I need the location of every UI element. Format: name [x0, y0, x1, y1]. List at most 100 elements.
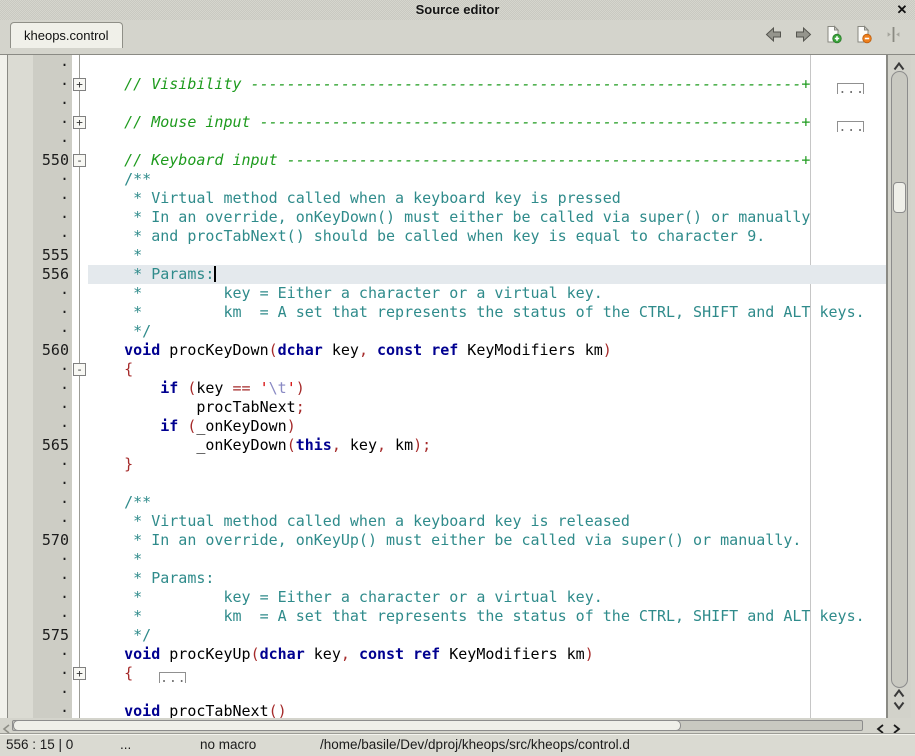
code-line[interactable]: · void procKeyUp(dchar key, const ref Ke…: [8, 645, 886, 664]
code-line-text[interactable]: */: [88, 322, 886, 341]
code-line[interactable]: 556 * Params:: [8, 265, 886, 284]
code-line[interactable]: 570 * In an override, onKeyUp() must eit…: [8, 531, 886, 550]
folded-region-box[interactable]: ...: [837, 121, 864, 132]
vertical-scroll-track[interactable]: [891, 71, 908, 688]
code-line[interactable]: 565 _onKeyDown(this, key, km);: [8, 436, 886, 455]
fold-toggle[interactable]: +: [73, 116, 86, 129]
code-line[interactable]: ·+ // Visibility -----------------------…: [8, 75, 886, 94]
code-line-text[interactable]: *: [88, 246, 886, 265]
code-line[interactable]: · }: [8, 455, 886, 474]
code-line-text[interactable]: * key = Either a character or a virtual …: [88, 588, 886, 607]
code-line[interactable]: · if (key == '\t'): [8, 379, 886, 398]
code-line[interactable]: 560 void procKeyDown(dchar key, const re…: [8, 341, 886, 360]
code-line[interactable]: ·: [8, 94, 886, 113]
gutter-line-number: ·: [8, 113, 72, 132]
fold-margin-cell: +: [72, 664, 88, 683]
vertical-scroll-thumb[interactable]: [893, 182, 906, 213]
code-line-text[interactable]: * In an override, onKeyDown() must eithe…: [88, 208, 886, 227]
code-line-text[interactable]: * Virtual method called when a keyboard …: [88, 512, 886, 531]
caret-position-status: 556 : 15 | 0: [6, 734, 73, 756]
code-line-text[interactable]: */: [88, 626, 886, 645]
code-line-text[interactable]: // Keyboard input ----------------------…: [88, 151, 886, 170]
code-line[interactable]: · * key = Either a character or a virtua…: [8, 588, 886, 607]
fold-toggle[interactable]: +: [73, 667, 86, 680]
fold-toggle[interactable]: -: [73, 154, 86, 167]
code-line[interactable]: · */: [8, 322, 886, 341]
folded-region-box[interactable]: ...: [837, 83, 864, 94]
code-line-text[interactable]: * km = A set that represents the status …: [88, 607, 886, 626]
code-line-text[interactable]: if (key == '\t'): [88, 379, 886, 398]
gutter-line-number: ·: [8, 569, 72, 588]
split-view-button[interactable]: [884, 25, 903, 44]
code-line-text[interactable]: * key = Either a character or a virtual …: [88, 284, 886, 303]
code-line[interactable]: ·- {: [8, 360, 886, 379]
code-line-text[interactable]: // Mouse input -------------------------…: [88, 113, 886, 132]
code-line-text[interactable]: // Visibility --------------------------…: [88, 75, 886, 94]
code-line[interactable]: · /**: [8, 493, 886, 512]
fold-toggle[interactable]: -: [73, 363, 86, 376]
gutter-line-number: ·: [8, 360, 72, 379]
scroll-down-arrow-icon[interactable]: [893, 697, 905, 715]
remove-document-button[interactable]: [854, 25, 873, 44]
nav-forward-button[interactable]: [794, 25, 813, 44]
code-line-text[interactable]: *: [88, 550, 886, 569]
code-line-text[interactable]: [88, 56, 886, 75]
code-line[interactable]: ·+ // Mouse input ----------------------…: [8, 113, 886, 132]
code-line-text[interactable]: }: [88, 455, 886, 474]
nav-back-button[interactable]: [764, 25, 783, 44]
code-line[interactable]: ·: [8, 474, 886, 493]
code-line[interactable]: · * Virtual method called when a keyboar…: [8, 189, 886, 208]
close-icon[interactable]: ✕: [894, 1, 910, 19]
file-path-status: /home/basile/Dev/dproj/kheops/src/kheops…: [320, 734, 630, 756]
code-line[interactable]: · *: [8, 550, 886, 569]
code-line[interactable]: · * key = Either a character or a virtua…: [8, 284, 886, 303]
code-line-text[interactable]: _onKeyDown(this, key, km);: [88, 436, 886, 455]
code-line[interactable]: · * Params:: [8, 569, 886, 588]
code-line[interactable]: · * km = A set that represents the statu…: [8, 607, 886, 626]
fold-toggle[interactable]: +: [73, 78, 86, 91]
status-bar: 556 : 15 | 0 ... no macro /home/basile/D…: [0, 733, 915, 756]
vertical-scrollbar[interactable]: [887, 55, 911, 718]
code-line[interactable]: · * In an override, onKeyDown() must eit…: [8, 208, 886, 227]
code-line[interactable]: ·: [8, 132, 886, 151]
code-line[interactable]: · /**: [8, 170, 886, 189]
code-line[interactable]: · * and procTabNext() should be called w…: [8, 227, 886, 246]
code-line-text[interactable]: /**: [88, 170, 886, 189]
code-line[interactable]: 550- // Keyboard input -----------------…: [8, 151, 886, 170]
code-line-text[interactable]: void procKeyUp(dchar key, const ref KeyM…: [88, 645, 886, 664]
code-line-text[interactable]: {: [88, 360, 886, 379]
code-line-text[interactable]: if (_onKeyDown): [88, 417, 886, 436]
code-line[interactable]: · procTabNext;: [8, 398, 886, 417]
code-line-text[interactable]: /**: [88, 493, 886, 512]
code-line-text[interactable]: * and procTabNext() should be called whe…: [88, 227, 886, 246]
code-line[interactable]: 555 *: [8, 246, 886, 265]
code-line[interactable]: ·: [8, 683, 886, 702]
horizontal-scroll-thumb[interactable]: [13, 720, 681, 731]
code-line-text[interactable]: [88, 474, 886, 493]
tab-kheops-control[interactable]: kheops.control: [10, 22, 123, 48]
code-line[interactable]: · * Virtual method called when a keyboar…: [8, 512, 886, 531]
code-line-text-current[interactable]: * Params:: [88, 265, 886, 284]
horizontal-scrollbar[interactable]: [0, 718, 915, 733]
code-line-text[interactable]: {...: [88, 664, 886, 683]
code-line[interactable]: 575 */: [8, 626, 886, 645]
code-line-text[interactable]: void procTabNext(): [88, 702, 886, 718]
code-line-text[interactable]: * km = A set that represents the status …: [88, 303, 886, 322]
code-line[interactable]: · if (_onKeyDown): [8, 417, 886, 436]
folded-region-box[interactable]: ...: [159, 672, 186, 683]
code-line-text[interactable]: [88, 683, 886, 702]
fold-margin-cell: [72, 607, 88, 626]
code-line-text[interactable]: [88, 94, 886, 113]
code-line-text[interactable]: void procKeyDown(dchar key, const ref Ke…: [88, 341, 886, 360]
code-line[interactable]: ·: [8, 56, 886, 75]
code-line-text[interactable]: procTabNext;: [88, 398, 886, 417]
gutter-line-number: ·: [8, 94, 72, 113]
code-line-text[interactable]: * Params:: [88, 569, 886, 588]
code-line[interactable]: ·+ {...: [8, 664, 886, 683]
code-line-text[interactable]: * Virtual method called when a keyboard …: [88, 189, 886, 208]
code-line[interactable]: · void procTabNext(): [8, 702, 886, 718]
code-line-text[interactable]: [88, 132, 886, 151]
code-line[interactable]: · * km = A set that represents the statu…: [8, 303, 886, 322]
new-document-button[interactable]: [824, 25, 843, 44]
code-line-text[interactable]: * In an override, onKeyUp() must either …: [88, 531, 886, 550]
